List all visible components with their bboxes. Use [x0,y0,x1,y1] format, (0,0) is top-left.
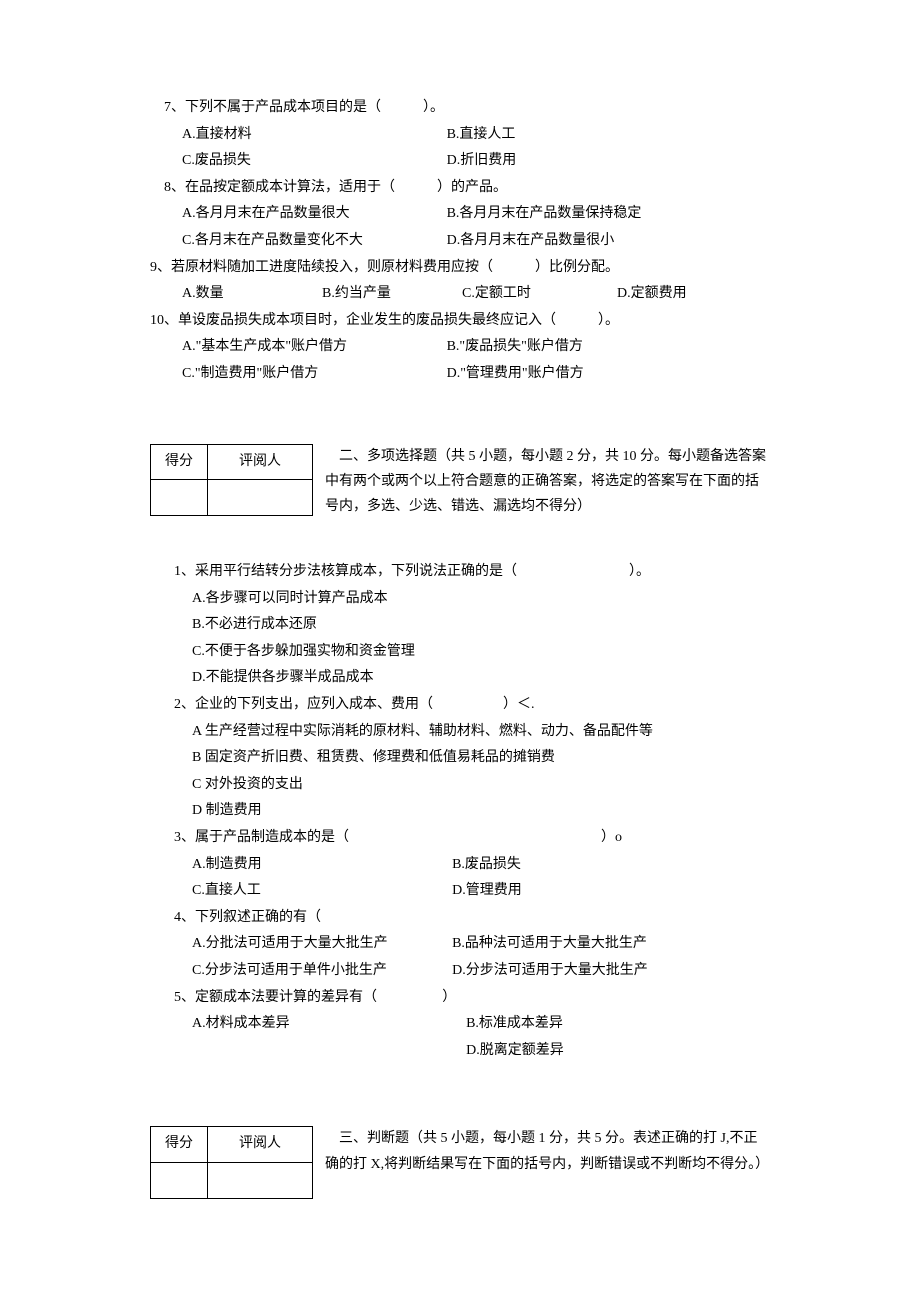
q10-stem: 10、单设废品损失成本项目时，企业发生的废品损失最终应记入（ ）。 [150,308,770,335]
q8-opt-a: A.各月月末在产品数量很大 [182,201,447,228]
s2q4-opt-d: D.分步法可适用于大量大批生产 [452,958,770,985]
s2q3-opt-c: C.直接人工 [192,878,452,905]
s2q1: 1、采用平行结转分步法核算成本，下列说法正确的是（ ）。 A.各步骤可以同时计算… [174,559,770,692]
q9-opt-b: B.约当产量 [322,281,462,308]
s2q1-options: A.各步骤可以同时计算产品成本 B.不必进行成本还原 C.不便于各步躲加强实物和… [174,586,770,692]
s2q3: 3、属于产品制造成本的是（ ）o A.制造费用 B.废品损失 C.直接人工 D.… [174,825,770,905]
q8-options: A.各月月末在产品数量很大 B.各月月末在产品数量保持稳定 C.各月末在产品数量… [150,201,770,254]
q7-options: A.直接材料 B.直接人工 C.废品损失 D.折旧费用 [150,122,770,175]
q10-opt-b: B."废品损失"账户借方 [447,334,770,361]
score-cell-label-3: 得分 [151,1127,208,1163]
q9-opt-a: A.数量 [182,281,322,308]
q8-stem: 8、在品按定额成本计算法，适用于（ ）的产品。 [150,175,770,202]
q7-opt-c: C.废品损失 [182,148,447,175]
s2q1-stem: 1、采用平行结转分步法核算成本，下列说法正确的是（ ）。 [174,559,770,586]
q9: 9、若原材料随加工进度陆续投入，则原材料费用应按（ ）比例分配。 A.数量 B.… [150,255,770,308]
s2q1-opt-a: A.各步骤可以同时计算产品成本 [192,586,770,613]
section-2-header: 得分 评阅人 二、多项选择题（共 5 小题，每小题 2 分，共 10 分。每小题… [150,444,770,520]
score-cell-blank [151,480,208,516]
section-3-desc: 三、判断题（共 5 小题，每小题 1 分，共 5 分。表述正确的打 J,不正确的… [325,1126,770,1176]
score-table-3: 得分 评阅人 [150,1126,313,1198]
s2q1-opt-d: D.不能提供各步骤半成品成本 [192,665,770,692]
s2q5: 5、定额成本法要计算的差异有（ ） A.材料成本差异 B.标准成本差异 D.脱离… [174,985,770,1065]
q8-opt-b: B.各月月末在产品数量保持稳定 [447,201,770,228]
q9-stem: 9、若原材料随加工进度陆续投入，则原材料费用应按（ ）比例分配。 [150,255,770,282]
q8-opt-c: C.各月末在产品数量变化不大 [182,228,447,255]
s2q4-opt-b: B.品种法可适用于大量大批生产 [452,931,770,958]
q10-opt-a: A."基本生产成本"账户借方 [182,334,447,361]
q7-opt-d: D.折旧费用 [447,148,770,175]
s2q5-closer: ） [442,985,770,1012]
s2q1-opt-b: B.不必进行成本还原 [192,612,770,639]
q10-opt-c: C."制造费用"账户借方 [182,361,447,388]
s2q2-stem: 2、企业的下列支出，应列入成本、费用（ ）＜. [174,692,770,719]
q9-opt-c: C.定额工时 [462,281,617,308]
s2q1-opt-c: C.不便于各步躲加强实物和资金管理 [192,639,770,666]
s2q5-stem-row: 5、定额成本法要计算的差异有（ ） [174,985,770,1012]
s2q5-stem: 5、定额成本法要计算的差异有（ [174,985,442,1012]
s2q4: 4、下列叙述正确的有（ A.分批法可适用于大量大批生产 B.品种法可适用于大量大… [174,905,770,985]
q10-opt-d: D."管理费用"账户借方 [447,361,770,388]
s2q2: 2、企业的下列支出，应列入成本、费用（ ）＜. A 生产经营过程中实际消耗的原材… [174,692,770,825]
section-3-header: 得分 评阅人 三、判断题（共 5 小题，每小题 1 分，共 5 分。表述正确的打… [150,1126,770,1198]
reviewer-cell-label: 评阅人 [208,444,313,480]
q9-options: A.数量 B.约当产量 C.定额工时 D.定额费用 [150,281,770,308]
q7: 7、下列不属于产品成本项目的是（ ）。 A.直接材料 B.直接人工 C.废品损失… [150,95,770,175]
s2q3-opt-a: A.制造费用 [192,852,452,879]
s2q5-opt-b: B.标准成本差异 [452,1011,770,1038]
s2q5-options: A.材料成本差异 B.标准成本差异 D.脱离定额差异 [174,1011,770,1064]
s2q3-stem: 3、属于产品制造成本的是（ ）o [174,825,770,852]
s2q4-opt-a: A.分批法可适用于大量大批生产 [192,931,452,958]
q8-opt-d: D.各月月末在产品数量很小 [447,228,770,255]
q7-opt-a: A.直接材料 [182,122,447,149]
score-cell-label: 得分 [151,444,208,480]
s2q5-opt-d: D.脱离定额差异 [452,1038,770,1065]
q10-options: A."基本生产成本"账户借方 B."废品损失"账户借方 C."制造费用"账户借方… [150,334,770,387]
s2q3-opt-d: D.管理费用 [452,878,770,905]
s2q4-options: A.分批法可适用于大量大批生产 B.品种法可适用于大量大批生产 C.分步法可适用… [174,931,770,984]
s2q3-options: A.制造费用 B.废品损失 C.直接人工 D.管理费用 [174,852,770,905]
section-2-desc: 二、多项选择题（共 5 小题，每小题 2 分，共 10 分。每小题备选答案中有两… [325,444,770,520]
q7-opt-b: B.直接人工 [447,122,770,149]
s2q3-opt-b: B.废品损失 [452,852,770,879]
q10: 10、单设废品损失成本项目时，企业发生的废品损失最终应记入（ ）。 A."基本生… [150,308,770,388]
score-table-2: 得分 评阅人 [150,444,313,516]
s2q2-opt-a: A 生产经营过程中实际消耗的原材料、辅助材料、燃料、动力、备品配件等 [192,719,770,746]
s2q4-stem: 4、下列叙述正确的有（ [174,905,770,932]
s2q2-opt-b: B 固定资产折旧费、租赁费、修理费和低值易耗品的摊销费 [192,745,770,772]
s2q5-opt-blank [192,1038,452,1065]
s2q2-opt-d: D 制造费用 [192,798,770,825]
score-cell-blank-3 [151,1162,208,1198]
s2q2-opt-c: C 对外投资的支出 [192,772,770,799]
reviewer-cell-blank-3 [208,1162,313,1198]
s2q2-options: A 生产经营过程中实际消耗的原材料、辅助材料、燃料、动力、备品配件等 B 固定资… [174,719,770,825]
q8: 8、在品按定额成本计算法，适用于（ ）的产品。 A.各月月末在产品数量很大 B.… [150,175,770,255]
s2q4-opt-c: C.分步法可适用于单件小批生产 [192,958,452,985]
reviewer-cell-label-3: 评阅人 [208,1127,313,1163]
q7-stem: 7、下列不属于产品成本项目的是（ ）。 [150,95,770,122]
reviewer-cell-blank [208,480,313,516]
q9-opt-d: D.定额费用 [617,281,770,308]
s2q5-opt-a: A.材料成本差异 [192,1011,452,1038]
